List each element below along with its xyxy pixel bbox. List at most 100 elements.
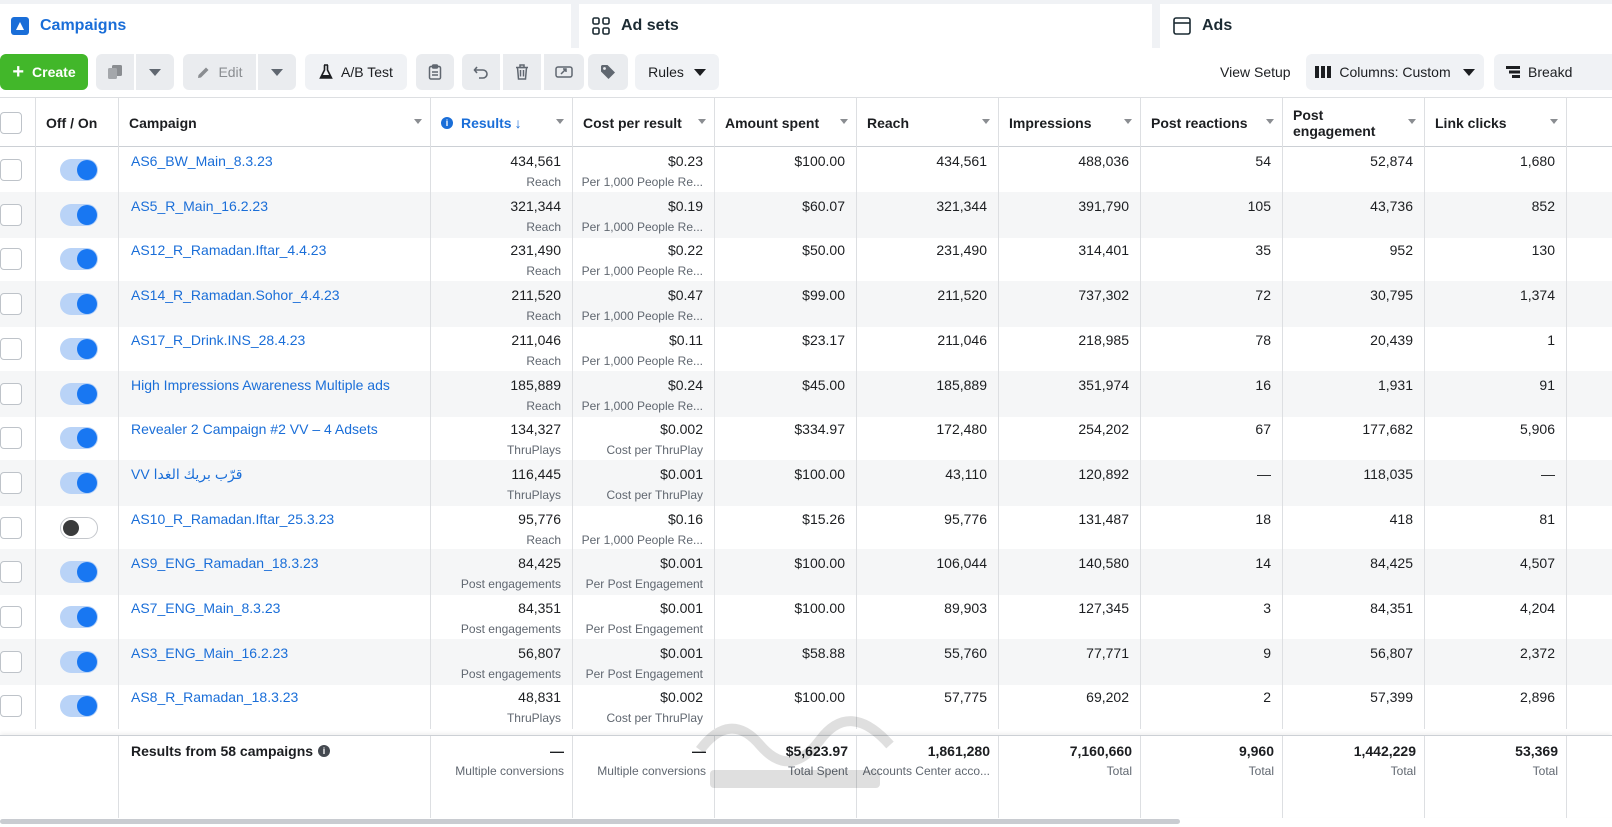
campaign-toggle[interactable] <box>60 248 98 271</box>
campaign-name-link[interactable]: High Impressions Awareness Multiple ads <box>131 377 390 393</box>
row-checkbox[interactable] <box>0 516 22 539</box>
sort-menu-icon[interactable] <box>1124 119 1132 124</box>
export-button[interactable] <box>544 54 584 90</box>
breakdown-button[interactable]: Breakd <box>1494 54 1612 90</box>
campaign-name-link[interactable]: Revealer 2 Campaign #2 VV – 4 Adsets <box>131 421 378 437</box>
campaign-toggle[interactable] <box>60 561 98 584</box>
header-reach[interactable]: Reach <box>857 98 999 147</box>
campaign-toggle[interactable] <box>60 382 98 405</box>
row-checkbox[interactable] <box>0 695 22 718</box>
campaign-toggle[interactable] <box>60 516 98 539</box>
row-checkbox[interactable] <box>0 337 22 360</box>
campaign-name-link[interactable]: AS10_R_Ramadan.Iftar_25.3.23 <box>131 511 334 527</box>
campaign-toggle[interactable] <box>60 650 98 673</box>
cell-value: 9 <box>1263 644 1271 661</box>
campaign-toggle[interactable] <box>60 159 98 181</box>
table-row[interactable]: AS3_ENG_Main_16.2.23 56,807 Post engagemen… <box>0 638 1612 685</box>
create-button[interactable]: + Create <box>0 54 88 90</box>
table-row[interactable]: Revealer 2 Campaign #2 VV – 4 Adsets 134,… <box>0 415 1612 462</box>
table-row[interactable]: AS8_R_Ramadan_18.3.23 48,831 ThruPlays $0.0… <box>0 683 1612 730</box>
row-checkbox[interactable] <box>0 203 22 226</box>
duplicate-dropdown-button[interactable] <box>136 54 174 90</box>
campaign-toggle[interactable] <box>60 471 98 494</box>
cell-value: 20,439 <box>1370 331 1413 348</box>
row-checkbox[interactable] <box>0 293 22 316</box>
sort-menu-icon[interactable] <box>698 119 706 124</box>
header-post-reactions[interactable]: Post reactions <box>1141 98 1283 147</box>
sort-descending-arrow-icon: ↓ <box>514 114 522 131</box>
sort-menu-icon[interactable] <box>982 119 990 124</box>
sort-menu-icon[interactable] <box>556 119 564 124</box>
cell-value: 48,831 <box>518 689 561 706</box>
campaign-toggle[interactable] <box>60 203 98 226</box>
header-amount-spent[interactable]: Amount spent <box>715 98 857 147</box>
info-icon[interactable]: i <box>318 745 331 757</box>
sort-menu-icon[interactable] <box>1408 119 1416 124</box>
campaign-toggle[interactable] <box>60 606 98 628</box>
row-checkbox[interactable] <box>0 471 22 494</box>
cell-value: 140,580 <box>1078 555 1129 572</box>
table-row[interactable]: AS14_R_Ramadan.Sohor_4.4.23 211,520 Reach $… <box>0 281 1612 328</box>
campaign-name-link[interactable]: AS3_ENG_Main_16.2.23 <box>131 645 288 661</box>
campaign-name-link[interactable]: AS17_R_Drink.INS_28.4.23 <box>131 332 305 348</box>
ab-test-button[interactable]: A/B Test <box>305 54 407 90</box>
clipboard-button[interactable] <box>416 54 454 90</box>
create-label: Create <box>32 64 76 80</box>
info-icon[interactable]: i <box>441 116 453 129</box>
sort-menu-icon[interactable] <box>840 119 848 124</box>
campaign-toggle[interactable] <box>60 695 98 718</box>
table-row[interactable]: High Impressions Awareness Multiple ads 1… <box>0 370 1612 417</box>
row-checkbox[interactable] <box>0 427 22 450</box>
header-cost-per-result[interactable]: Cost per result <box>573 98 715 147</box>
row-checkbox[interactable] <box>0 159 22 181</box>
tab-campaigns[interactable]: Campaigns <box>0 4 571 48</box>
horizontal-scrollbar[interactable] <box>0 819 1180 824</box>
row-checkbox[interactable] <box>0 650 22 673</box>
table-row[interactable]: AS10_R_Ramadan.Iftar_25.3.23 95,776 Reach $… <box>0 504 1612 551</box>
edit-dropdown-button[interactable] <box>258 54 296 90</box>
table-row[interactable]: AS7_ENG_Main_8.3.23 84,351 Post engagement… <box>0 594 1612 640</box>
campaign-toggle[interactable] <box>60 293 98 316</box>
campaign-toggle[interactable] <box>60 427 98 450</box>
tab-ad-sets[interactable]: Ad sets <box>579 4 1152 48</box>
campaign-name-link[interactable]: AS8_R_Ramadan_18.3.23 <box>131 689 298 705</box>
header-campaign[interactable]: Campaign <box>119 98 431 147</box>
table-row[interactable]: AS12_R_Ramadan.Iftar_4.4.23 231,490 Reach $… <box>0 236 1612 283</box>
table-row[interactable]: AS9_ENG_Ramadan_18.3.23 84,425 Post engage… <box>0 549 1612 596</box>
edit-button[interactable]: Edit <box>183 54 256 90</box>
header-link-clicks[interactable]: Link clicks <box>1425 98 1567 147</box>
columns-button[interactable]: Columns: Custom <box>1306 54 1484 90</box>
campaign-name-link[interactable]: AS5_R_Main_16.2.23 <box>131 198 268 214</box>
table-row[interactable]: VV قرّب بريك الغدا 116,445 ThruPlays $0.001… <box>0 459 1612 506</box>
tag-button[interactable] <box>588 54 628 90</box>
campaign-toggle[interactable] <box>60 337 98 360</box>
row-checkbox[interactable] <box>0 248 22 271</box>
sort-menu-icon[interactable] <box>414 119 422 124</box>
cell-post-engagement: 84,351 <box>1283 594 1425 640</box>
table-row[interactable]: AS17_R_Drink.INS_28.4.23 211,046 Reach $0.1… <box>0 325 1612 372</box>
header-post-engagement[interactable]: Post engagement <box>1283 98 1425 147</box>
campaign-name-link[interactable]: AS6_BW_Main_8.3.23 <box>131 153 273 169</box>
undo-button[interactable] <box>462 54 500 90</box>
cell-value: 57,399 <box>1370 689 1413 706</box>
rules-button[interactable]: Rules <box>635 54 719 90</box>
sort-menu-icon[interactable] <box>1550 119 1558 124</box>
row-checkbox[interactable] <box>0 606 22 628</box>
duplicate-button[interactable] <box>96 54 134 90</box>
campaign-name-link[interactable]: AS14_R_Ramadan.Sohor_4.4.23 <box>131 287 340 303</box>
campaign-name-link[interactable]: AS9_ENG_Ramadan_18.3.23 <box>131 555 319 571</box>
header-results[interactable]: i Results ↓ <box>431 98 573 147</box>
row-checkbox[interactable] <box>0 561 22 584</box>
campaign-name-link[interactable]: AS12_R_Ramadan.Iftar_4.4.23 <box>131 242 326 258</box>
header-impressions[interactable]: Impressions <box>999 98 1141 147</box>
campaign-name-link[interactable]: VV قرّب بريك الغدا <box>131 466 242 483</box>
table-row[interactable]: AS5_R_Main_16.2.23 321,344 Reach $0.19 Per 1… <box>0 191 1612 238</box>
row-checkbox[interactable] <box>0 382 22 405</box>
tab-ads[interactable]: Ads <box>1160 4 1612 48</box>
select-all-checkbox[interactable] <box>0 111 22 134</box>
header-off-on[interactable]: Off / On <box>36 98 119 147</box>
sort-menu-icon[interactable] <box>1266 119 1274 124</box>
campaign-name-link[interactable]: AS7_ENG_Main_8.3.23 <box>131 600 280 616</box>
table-row[interactable]: AS6_BW_Main_8.3.23 434,561 Reach $0.23 Per 1… <box>0 147 1612 193</box>
delete-button[interactable] <box>503 54 541 90</box>
